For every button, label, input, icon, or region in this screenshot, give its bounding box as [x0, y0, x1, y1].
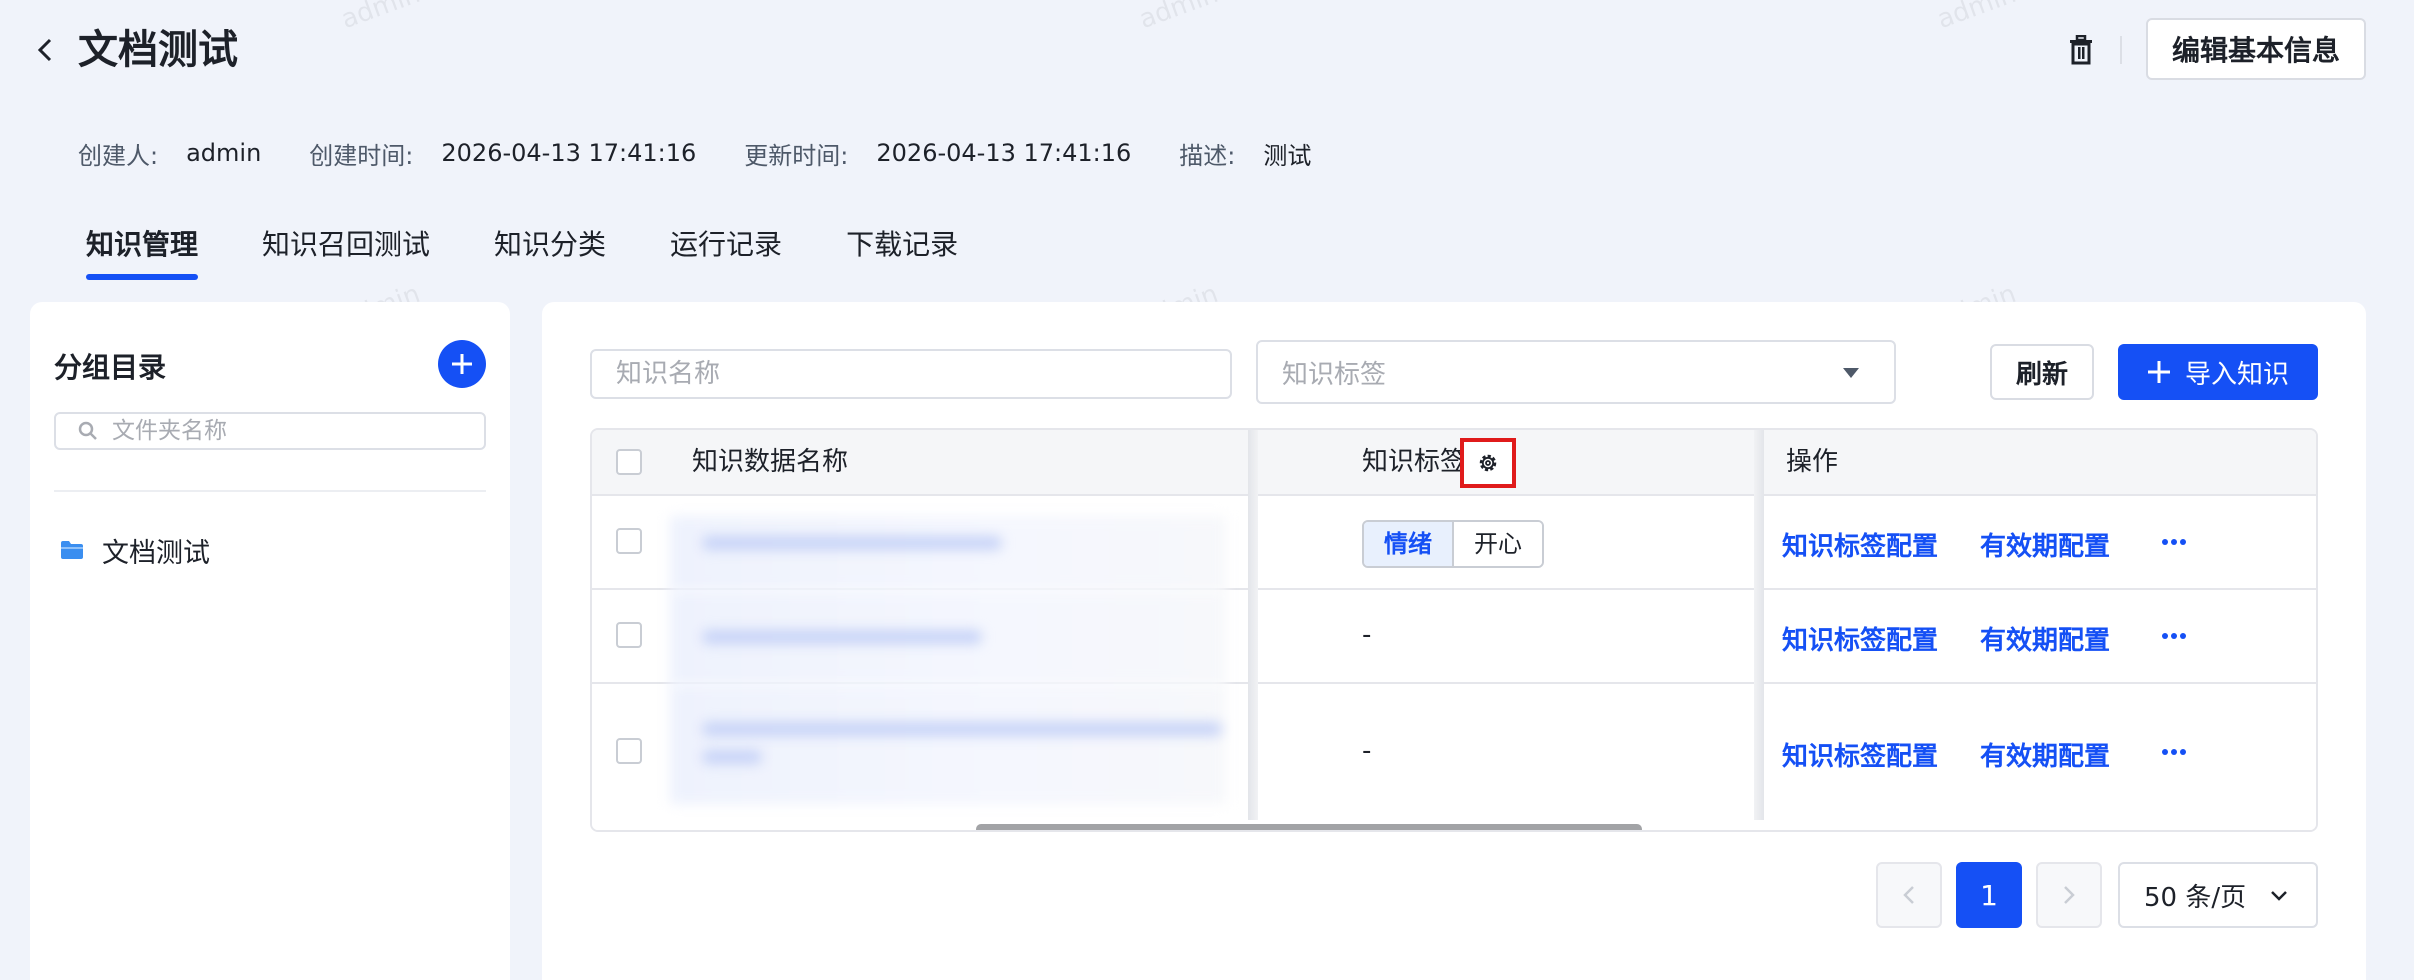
- tag-empty-value: -: [1362, 620, 1372, 650]
- folder-search-box: [54, 412, 486, 450]
- import-knowledge-button[interactable]: 导入知识: [2118, 344, 2318, 400]
- folder-item-label: 文档测试: [102, 537, 210, 569]
- horizontal-scrollbar-thumb[interactable]: [976, 824, 1642, 830]
- more-icon[interactable]: [2160, 536, 2188, 548]
- knowledge-table: 知识数据名称 知识标签 操作 情绪 开心 知识标签配置 有效期配置 - 知识标签…: [590, 428, 2318, 832]
- tag-config-link[interactable]: 知识标签配置: [1782, 526, 1938, 563]
- table-header: 知识数据名称 知识标签 操作: [592, 430, 2316, 496]
- knowledge-list-panel: 知识标签 刷新 导入知识 知识数据名称 知识标签 操作: [542, 302, 2366, 980]
- validity-config-link[interactable]: 有效期配置: [1980, 526, 2110, 563]
- tag-chip[interactable]: 开心: [1454, 522, 1542, 566]
- more-icon[interactable]: [2160, 746, 2188, 758]
- column-header-ops: 操作: [1786, 447, 1839, 477]
- chevron-down-icon: [2271, 891, 2287, 901]
- description-value: 测试: [1263, 141, 1312, 170]
- row-tag-group: 情绪 开心: [1362, 520, 1544, 568]
- creator-label: 创建人:: [78, 141, 159, 170]
- chevron-left-icon: [1903, 886, 1914, 904]
- row-checkbox[interactable]: [616, 622, 642, 648]
- plus-icon: [452, 354, 472, 374]
- tab-knowledge-management[interactable]: 知识管理: [86, 220, 199, 280]
- table-row: - 知识标签配置 有效期配置: [592, 590, 2316, 684]
- tab-recall-test[interactable]: 知识召回测试: [262, 220, 430, 276]
- tab-knowledge-category[interactable]: 知识分类: [494, 220, 606, 276]
- tag-empty-value: -: [1362, 736, 1372, 766]
- page-size-select[interactable]: 50 条/页: [2118, 862, 2318, 928]
- chevron-right-icon: [2064, 886, 2075, 904]
- updated-time-label: 更新时间:: [744, 141, 849, 170]
- group-directory-title: 分组目录: [54, 351, 167, 384]
- back-arrow-icon: [37, 38, 52, 62]
- blurred-name-line: [702, 750, 762, 764]
- select-all-checkbox[interactable]: [616, 449, 642, 475]
- column-header-name: 知识数据名称: [692, 447, 849, 477]
- plus-icon: [2147, 361, 2170, 383]
- blurred-name-cell: [670, 516, 1226, 590]
- table-row: 情绪 开心 知识标签配置 有效期配置: [592, 496, 2316, 590]
- tab-run-records[interactable]: 运行记录: [670, 220, 782, 276]
- row-checkbox[interactable]: [616, 528, 642, 554]
- creator-value: admin: [186, 139, 262, 167]
- meta-info: 创建人: admin 创建时间: 2026-04-13 17:41:16 更新时…: [78, 136, 1359, 170]
- tag-chip[interactable]: 情绪: [1364, 522, 1454, 566]
- horizontal-scrollbar[interactable]: [592, 820, 2316, 830]
- gear-icon: [1479, 454, 1497, 472]
- page-size-value: 50 条/页: [2144, 882, 2247, 913]
- knowledge-name-input[interactable]: [616, 359, 1230, 389]
- table-row: - 知识标签配置 有效期配置: [592, 684, 2316, 820]
- add-folder-button[interactable]: [438, 340, 486, 388]
- delete-button[interactable]: [2066, 30, 2096, 70]
- page-header: 文档测试 编辑基本信息: [0, 0, 2414, 100]
- blurred-name-cell: [670, 684, 1226, 804]
- refresh-button[interactable]: 刷新: [1990, 344, 2094, 400]
- fixed-column-shadow-right: [1754, 430, 1764, 820]
- knowledge-tag-placeholder: 知识标签: [1282, 359, 1387, 390]
- page-title: 文档测试: [78, 27, 238, 73]
- trash-icon: [2070, 35, 2092, 65]
- knowledge-tag-select[interactable]: 知识标签: [1256, 340, 1896, 404]
- folder-search-input[interactable]: [112, 418, 472, 444]
- prev-page-button[interactable]: [1876, 862, 1942, 928]
- tag-settings-button[interactable]: [1460, 438, 1516, 488]
- page-number-current[interactable]: 1: [1956, 862, 2022, 928]
- next-page-button[interactable]: [2036, 862, 2102, 928]
- blurred-name-line: [702, 722, 1222, 736]
- fixed-column-shadow-left: [1248, 430, 1258, 820]
- blurred-name-line: [702, 630, 982, 644]
- created-time-label: 创建时间:: [309, 141, 414, 170]
- more-icon[interactable]: [2160, 630, 2188, 642]
- tag-config-link[interactable]: 知识标签配置: [1782, 736, 1938, 773]
- chevron-down-icon: [1843, 368, 1859, 378]
- validity-config-link[interactable]: 有效期配置: [1980, 736, 2110, 773]
- blurred-name-line: [702, 536, 1002, 550]
- column-header-tags: 知识标签: [1362, 447, 1467, 477]
- updated-time-value: 2026-04-13 17:41:16: [876, 139, 1132, 167]
- description-label: 描述:: [1179, 141, 1236, 170]
- tab-bar: 知识管理 知识召回测试 知识分类 运行记录 下载记录: [86, 220, 1022, 284]
- created-time-value: 2026-04-13 17:41:16: [441, 139, 697, 167]
- back-button[interactable]: [32, 32, 60, 68]
- import-knowledge-label: 导入知识: [2184, 359, 2289, 390]
- tab-download-records[interactable]: 下载记录: [846, 220, 958, 276]
- folder-icon: [61, 541, 83, 559]
- header-divider: [2120, 36, 2122, 64]
- search-icon: [78, 421, 97, 440]
- row-checkbox[interactable]: [616, 738, 642, 764]
- tag-config-link[interactable]: 知识标签配置: [1782, 620, 1938, 657]
- validity-config-link[interactable]: 有效期配置: [1980, 620, 2110, 657]
- edit-basic-info-button[interactable]: 编辑基本信息: [2146, 18, 2366, 80]
- sidebar-divider: [54, 490, 486, 492]
- group-directory-panel: 分组目录 文档测试: [30, 302, 510, 980]
- knowledge-name-search: [590, 349, 1232, 399]
- folder-item[interactable]: 文档测试: [60, 530, 210, 570]
